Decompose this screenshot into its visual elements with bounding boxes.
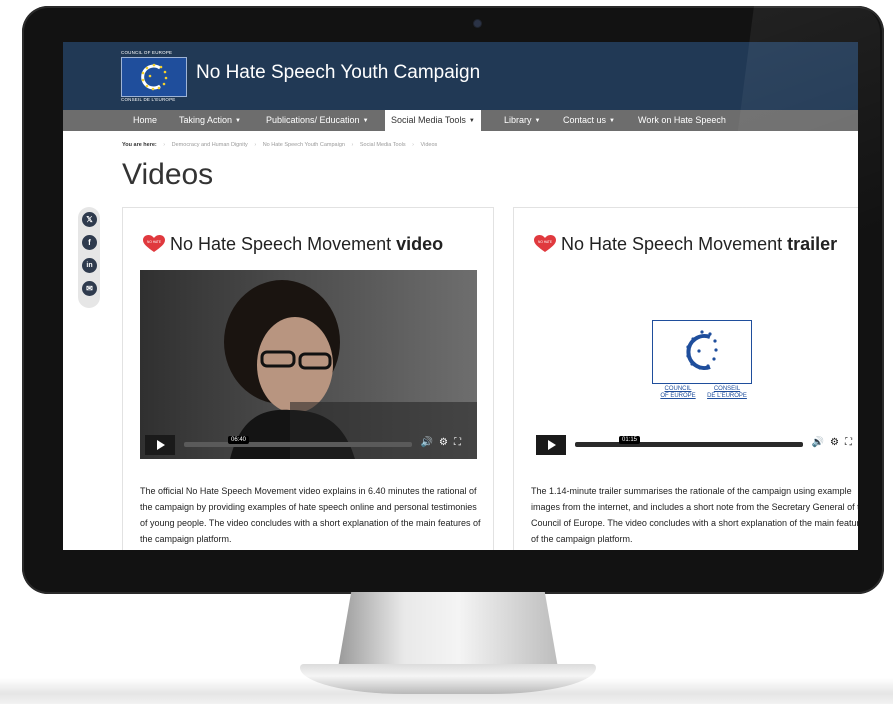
card-title-bold: trailer (787, 234, 838, 254)
facebook-icon[interactable]: f (82, 235, 97, 250)
card-title: NO HATE No Hate Speech Movement trailer (534, 234, 837, 255)
monitor-stand-neck (338, 592, 558, 668)
play-button[interactable] (536, 435, 566, 455)
camera-dot (474, 20, 481, 27)
nav-item-social-media-tools[interactable]: Social Media Tools ▼ (385, 110, 481, 131)
video-controls: 01:15 🔊⚙⛶ (531, 429, 858, 459)
video-time: 01:15 (619, 436, 641, 444)
video-card: NO HATE No Hate Speech Movement video 06… (122, 207, 494, 550)
nav-item-library[interactable]: Library ▼ (504, 110, 540, 131)
caret-down-icon: ▼ (235, 118, 241, 124)
page-title: Videos (122, 158, 214, 191)
volume-icon[interactable]: 🔊 (421, 437, 439, 448)
nav-label: Publications/ Education (266, 115, 360, 125)
video-time: 06:40 (228, 436, 250, 444)
card-title-prefix: No Hate Speech Movement (561, 234, 788, 254)
card-description: The official No Hate Speech Movement vid… (140, 486, 481, 544)
card-title-prefix: No Hate Speech Movement (170, 234, 397, 254)
video-card: NO HATE No Hate Speech Movement trailer (513, 207, 858, 550)
caret-down-icon: ▼ (362, 118, 369, 124)
card-description: The 1.14-minute trailer summarises the r… (531, 486, 858, 544)
fullscreen-icon[interactable]: ⛶ (454, 437, 467, 448)
coe-poster-flag-icon (652, 320, 752, 384)
video-extra-controls: 🔊⚙⛶ (421, 437, 467, 448)
card-title: NO HATE No Hate Speech Movement video (143, 234, 443, 255)
breadcrumb-separator: › (254, 142, 257, 148)
breadcrumb-separator: › (163, 142, 166, 148)
nav-item-home[interactable]: Home (133, 110, 157, 131)
no-hate-heart-icon: NO HATE (143, 235, 165, 252)
play-button[interactable] (145, 435, 175, 455)
nav-label: Contact us (563, 115, 607, 125)
settings-gear-icon[interactable]: ⚙ (830, 437, 845, 448)
heart-badge-text: NO HATE (538, 240, 552, 244)
caret-down-icon: ▼ (468, 118, 475, 124)
poster-caption-right: CONSEIL DE L'EUROPE (707, 386, 747, 399)
logo-caption-bottom: CONSEIL DE L'EUROPE (121, 97, 176, 102)
breadcrumb-lead: You are here: (122, 142, 157, 148)
volume-icon[interactable]: 🔊 (812, 437, 830, 448)
no-hate-heart-icon: NO HATE (534, 235, 556, 252)
card-title-bold: video (396, 234, 444, 254)
breadcrumb-current: Videos (420, 142, 438, 148)
nav-label: Taking Action (179, 115, 233, 125)
nav-item-taking-action[interactable]: Taking Action ▼ (179, 110, 241, 131)
breadcrumb-link[interactable]: Social Media Tools (360, 142, 406, 148)
settings-gear-icon[interactable]: ⚙ (439, 437, 454, 448)
nav-label: Home (133, 115, 158, 125)
social-share-bar: 𝕏 f in ✉ (78, 207, 100, 308)
caret-down-icon: ▼ (609, 118, 615, 124)
nav-item-contact-us[interactable]: Contact us ▼ (563, 110, 615, 131)
video-progress-bar[interactable]: 06:40 (184, 436, 412, 447)
coe-poster-logo: COUNCIL OF EUROPE CONSEIL DE L'EUROPE (648, 320, 752, 410)
coe-flag-icon (121, 57, 187, 97)
site-header: COUNCIL OF EUROPE CONSEIL DE L'EUROPE No… (63, 42, 858, 110)
video-player[interactable]: COUNCIL OF EUROPE CONSEIL DE L'EUROPE 01… (531, 270, 858, 459)
fullscreen-icon[interactable]: ⛶ (845, 437, 858, 448)
council-of-europe-logo[interactable]: COUNCIL OF EUROPE CONSEIL DE L'EUROPE (121, 50, 187, 102)
nav-item-publications-education[interactable]: Publications/ Education ▼ (266, 110, 369, 131)
linkedin-icon[interactable]: in (82, 258, 97, 273)
nav-label: Social Media Tools (391, 115, 466, 125)
email-icon[interactable]: ✉ (82, 281, 97, 296)
video-player[interactable]: 06:40 🔊⚙⛶ (140, 270, 477, 459)
video-extra-controls: 🔊⚙⛶ (812, 437, 858, 448)
nav-label: Work on Hate Speech (638, 115, 726, 125)
nav-label: Library (504, 115, 532, 125)
breadcrumb-link[interactable]: Democracy and Human Dignity (172, 142, 248, 148)
video-controls: 06:40 🔊⚙⛶ (140, 429, 477, 459)
breadcrumb-separator: › (351, 142, 354, 148)
caret-down-icon: ▼ (534, 118, 541, 124)
breadcrumb-separator: › (412, 142, 414, 148)
breadcrumb-link[interactable]: No Hate Speech Youth Campaign (263, 142, 345, 148)
site-title[interactable]: No Hate Speech Youth Campaign (196, 62, 480, 84)
heart-badge-text: NO HATE (147, 240, 161, 244)
main-navigation: Home Taking Action ▼ Publications/ Educat… (63, 110, 858, 131)
x-icon[interactable]: 𝕏 (82, 212, 97, 227)
breadcrumb: You are here: › Democracy and Human Dign… (122, 142, 437, 148)
nav-item-work-on-hate-speech[interactable]: Work on Hate Speech (638, 110, 726, 131)
logo-caption-top: COUNCIL OF EUROPE (121, 50, 173, 55)
poster-caption-left: COUNCIL OF EUROPE (660, 386, 696, 399)
browser-screen: COUNCIL OF EUROPE CONSEIL DE L'EUROPE No… (63, 42, 858, 550)
video-progress-bar[interactable]: 01:15 (575, 436, 803, 447)
